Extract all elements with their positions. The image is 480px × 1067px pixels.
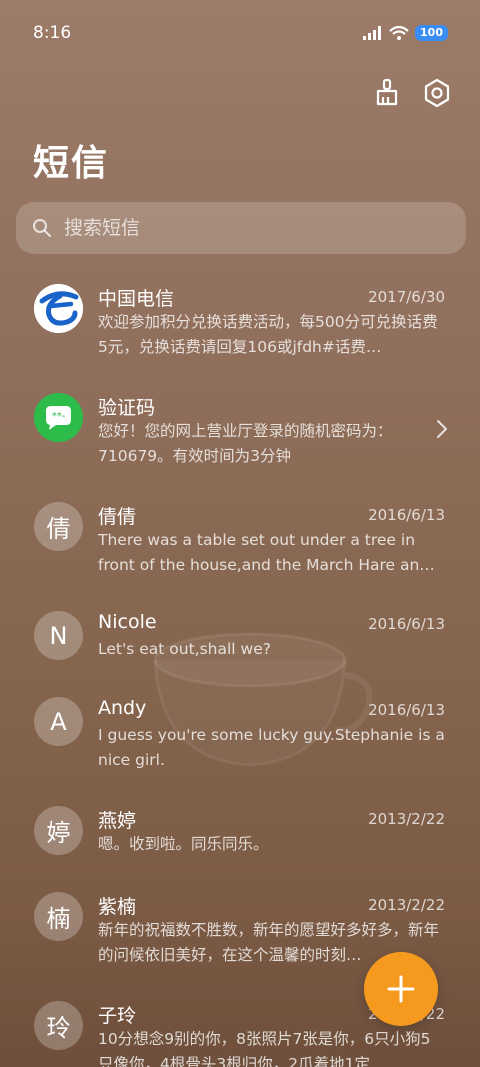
conversation-snippet: 您好！您的网上营业厅登录的随机密码为：710679。有效时间为3分钟 (98, 422, 393, 465)
sms-chat-icon-avatar: **- (34, 393, 83, 442)
conversation-row[interactable]: 婷 燕婷 2013/2/22 嗯。收到啦。同乐同乐。 (0, 794, 480, 880)
conversation-date: 2016/6/13 (368, 701, 445, 719)
conversation-snippet: There was a table set out under a tree i… (98, 531, 435, 574)
conversation-row[interactable]: **- 验证码 您好！您的网上营业厅登录的随机密码为：710679。有效时间为3… (0, 381, 480, 490)
conversation-snippet: Let's eat out,shall we? (98, 640, 271, 658)
conversation-date: 2013/2/22 (368, 810, 445, 828)
conversation-row[interactable]: N Nicole 2016/6/13 Let's eat out,shall w… (0, 599, 480, 685)
contact-avatar: 婷 (34, 806, 83, 855)
conversation-row[interactable]: 倩 倩倩 2016/6/13 There was a table set out… (0, 490, 480, 599)
conversation-name: 验证码 (98, 397, 156, 419)
conversation-name: 倩倩 (98, 506, 137, 528)
signal-icon (363, 26, 382, 40)
conversation-name: 子玲 (98, 1005, 137, 1027)
conversation-name: 燕婷 (98, 810, 137, 832)
conversation-row[interactable]: 中国电信 2017/6/30 欢迎参加积分兑换话费活动，每500分可兑换话费5元… (0, 272, 480, 381)
conversation-snippet: 10分想念9别的你，8张照片7张是你，6只小狗5只像你，4根骨头3根归你，2爪着… (98, 1030, 431, 1067)
contact-avatar: 楠 (34, 892, 83, 941)
broom-clean-icon[interactable] (372, 78, 402, 108)
battery-indicator: 100 (415, 25, 448, 41)
search-input[interactable] (64, 217, 444, 239)
conversation-list: 中国电信 2017/6/30 欢迎参加积分兑换话费活动，每500分可兑换话费5元… (0, 272, 480, 1067)
status-time: 8:16 (33, 23, 72, 43)
conversation-date: 2016/6/13 (368, 506, 445, 524)
search-bar[interactable] (16, 202, 466, 254)
chevron-right-icon[interactable] (436, 419, 448, 439)
china-telecom-logo-avatar (34, 284, 83, 333)
page-title: 短信 (33, 143, 110, 184)
wifi-icon (389, 26, 409, 40)
status-icons: 100 (363, 25, 448, 41)
conversation-name: Andy (98, 697, 147, 719)
plus-icon (387, 975, 415, 1003)
conversation-name: 中国电信 (98, 288, 175, 310)
conversation-name: Nicole (98, 611, 157, 633)
svg-text:**-: **- (52, 411, 66, 422)
search-icon (33, 219, 51, 237)
top-actions (372, 78, 452, 108)
new-message-button[interactable] (364, 952, 438, 1026)
conversation-snippet: 嗯。收到啦。同乐同乐。 (98, 835, 269, 853)
contact-avatar: 玲 (34, 1001, 83, 1050)
conversation-snippet: 欢迎参加积分兑换话费活动，每500分可兑换话费5元，兑换话费请回复106或jfd… (98, 313, 438, 356)
conversation-date: 2017/6/30 (368, 288, 445, 306)
conversation-date: 2016/6/13 (368, 615, 445, 633)
conversation-name: 紫楠 (98, 896, 137, 918)
status-bar: 8:16 100 (0, 0, 480, 66)
contact-avatar: 倩 (34, 502, 83, 551)
conversation-snippet: I guess you're some lucky guy.Stephanie … (98, 726, 445, 769)
settings-gear-icon[interactable] (422, 78, 452, 108)
contact-avatar: N (34, 611, 83, 660)
contact-avatar: A (34, 697, 83, 746)
conversation-row[interactable]: A Andy 2016/6/13 I guess you're some luc… (0, 685, 480, 794)
conversation-date: 2013/2/22 (368, 896, 445, 914)
